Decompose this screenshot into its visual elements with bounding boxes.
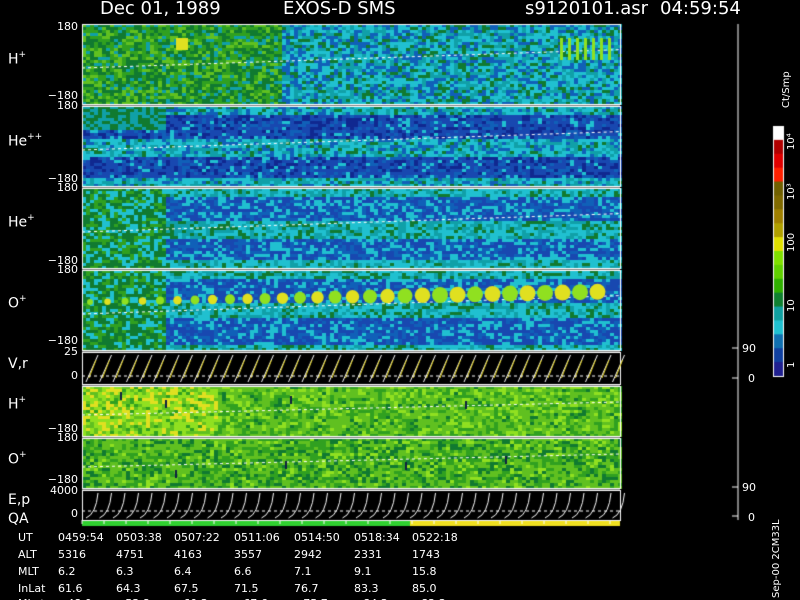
panel-label-oplus-2: O+ xyxy=(8,450,27,468)
colorbar-label: Ct/Smp xyxy=(781,71,792,108)
y-tick-ep-min: 0 xyxy=(71,507,78,520)
colorbar-tick-10000: 10⁴ xyxy=(786,133,797,150)
instrument-name: EXOS-D SMS xyxy=(283,0,396,19)
file-name: s9120101.asr xyxy=(525,0,649,19)
spectrogram-canvas xyxy=(0,0,800,600)
ephem-cell: 3557 xyxy=(234,548,262,561)
right-tick-vr-90: 90 xyxy=(742,342,756,355)
ephem-cell: 67.5 xyxy=(174,582,199,595)
plot-date: Dec 01, 1989 xyxy=(100,0,221,19)
y-tick-vr-max: 25 xyxy=(64,345,78,358)
ephem-cell: 0514:50 xyxy=(294,531,340,544)
colorbar-tick-1000: 10³ xyxy=(786,183,797,200)
ephem-cell: 9.1 xyxy=(354,565,372,578)
right-tick-vr-0: 0 xyxy=(748,372,755,385)
ephem-label-ut: UT xyxy=(18,531,33,544)
panel-label-ep: E,p xyxy=(8,492,31,508)
y-tick-hplus-max: 180 xyxy=(57,20,78,33)
y-tick-ep-max: 4000 xyxy=(50,484,78,497)
panel-label-heplus: He+ xyxy=(8,213,35,231)
y-tick-heplusplus-max: 180 xyxy=(57,99,78,112)
colorbar-tick-10: 10 xyxy=(786,299,797,312)
ephem-cell: 76.7 xyxy=(294,582,319,595)
ephem-cell: 15.8 xyxy=(412,565,437,578)
ephem-cell: 6.4 xyxy=(174,565,192,578)
ephem-cell: 4163 xyxy=(174,548,202,561)
ephem-cell: 0518:34 xyxy=(354,531,400,544)
right-tick-ep-0: 0 xyxy=(748,511,755,524)
panel-label-oplus: O+ xyxy=(8,294,27,312)
plot-time: 04:59:54 xyxy=(660,0,741,19)
ephem-cell: 6.6 xyxy=(234,565,252,578)
ephem-cell: 0511:06 xyxy=(234,531,280,544)
ephem-cell: 7.1 xyxy=(294,565,312,578)
ephem-cell: 0522:18 xyxy=(412,531,458,544)
y-tick-vr-min: 0 xyxy=(71,369,78,382)
ephem-cell: 64.3 xyxy=(116,582,141,595)
ephem-cell: 2331 xyxy=(354,548,382,561)
panel-label-hplus: H+ xyxy=(8,50,27,68)
ephem-cell: 5316 xyxy=(58,548,86,561)
footer-note: Sep-00 2CM33L xyxy=(771,519,782,598)
y-tick-oplus2-max: 180 xyxy=(57,431,78,444)
y-tick-heplus-max: 180 xyxy=(57,181,78,194)
ephem-label-alt: ALT xyxy=(18,548,37,561)
ephem-cell: 85.0 xyxy=(412,582,437,595)
panel-label-heplusplus: He++ xyxy=(8,132,43,150)
y-tick-oplus-max: 180 xyxy=(57,263,78,276)
ephem-cell: 71.5 xyxy=(234,582,259,595)
ephem-cell: 61.6 xyxy=(58,582,83,595)
ephem-cell: 0459:54 xyxy=(58,531,104,544)
ephem-label-inlat: InLat xyxy=(18,582,46,595)
panel-label-vr: V,r xyxy=(8,356,28,372)
ephem-cell: 4751 xyxy=(116,548,144,561)
ephem-cell: 6.2 xyxy=(58,565,76,578)
ephem-cell: 6.3 xyxy=(116,565,134,578)
panel-label-qa: QA xyxy=(8,511,29,527)
ephem-cell: 83.3 xyxy=(354,582,379,595)
ephem-cell: 2942 xyxy=(294,548,322,561)
right-tick-ep-90: 90 xyxy=(742,481,756,494)
ephem-cell: 0507:22 xyxy=(174,531,220,544)
colorbar-tick-100: 100 xyxy=(786,232,797,252)
panel-label-hplus-2: H+ xyxy=(8,395,27,413)
colorbar-tick-1: 1 xyxy=(786,361,797,368)
sms-plot-screen: Dec 01, 1989 EXOS-D SMS s9120101.asr 04:… xyxy=(0,0,800,600)
ephem-cell: 1743 xyxy=(412,548,440,561)
ephem-label-mlt: MLT xyxy=(18,565,39,578)
ephem-cell: 0503:38 xyxy=(116,531,162,544)
